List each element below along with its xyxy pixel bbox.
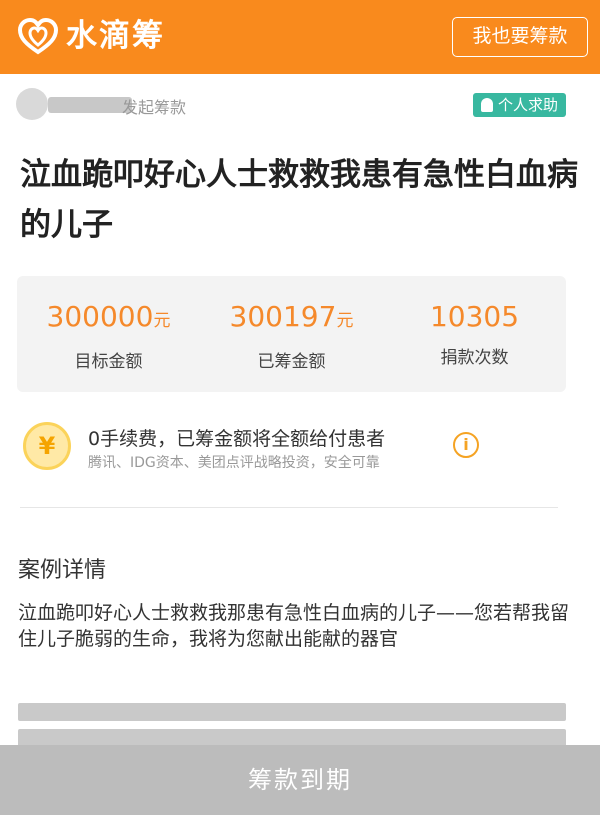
- start-fundraising-button[interactable]: 我也要筹款: [452, 17, 588, 57]
- stat-target-amount: 300000: [46, 300, 154, 333]
- yuan-coin-icon: ¥: [23, 422, 71, 470]
- stat-donations-count: 10305: [429, 300, 520, 333]
- app-header: 水滴筹 我也要筹款: [0, 0, 600, 74]
- stat-raised-amount: 300197: [229, 300, 337, 333]
- stat-raised-label: 已筹金额: [257, 352, 326, 372]
- case-details-text: 泣血跪叩好心人士救救我那患有急性白血病的儿子——您若帮我留住儿子脆弱的生命，我将…: [18, 602, 570, 650]
- info-icon[interactable]: i: [453, 432, 479, 458]
- fee-title: 0手续费，已筹金额将全额给付患者: [88, 428, 386, 450]
- stat-donations-value: 10305: [383, 299, 566, 335]
- help-type-label: 个人求助: [497, 96, 558, 114]
- stat-donations: 10305 捐款次数: [383, 276, 566, 392]
- stat-raised-value: 300197元: [200, 299, 383, 339]
- case-title: 泣血跪叩好心人士救救我患有急性白血病的儿子: [20, 157, 578, 243]
- stat-target: 300000元 目标金额: [17, 276, 200, 392]
- avatar[interactable]: [16, 88, 48, 120]
- case-details-heading: 案例详情: [18, 558, 107, 583]
- stat-donations-label: 捐款次数: [440, 348, 509, 368]
- brand-name: 水滴筹: [66, 18, 165, 54]
- help-type-badge: 个人求助: [472, 93, 566, 117]
- brand-logo[interactable]: 水滴筹: [16, 16, 165, 56]
- stat-raised: 300197元 已筹金额: [200, 276, 383, 392]
- stat-raised-unit: 元: [336, 311, 354, 331]
- fee-notice: ¥ 0手续费，已筹金额将全额给付患者 腾讯、IDG资本、美团点评战略投资，安全可…: [23, 420, 583, 476]
- stat-target-unit: 元: [153, 311, 171, 331]
- divider: [20, 507, 558, 508]
- stats-panel: 300000元 目标金额 300197元 已筹金额 10305 捐款次数: [17, 276, 566, 392]
- redacted-text-line: [18, 703, 566, 721]
- initiator-suffix: 发起筹款: [122, 98, 187, 117]
- initiator-name-redacted: [48, 97, 132, 113]
- water-drop-heart-icon: [17, 17, 59, 55]
- stat-target-label: 目标金额: [74, 352, 143, 372]
- fundraising-ended-button[interactable]: 筹款到期: [0, 745, 600, 815]
- stat-target-value: 300000元: [17, 299, 200, 339]
- initiator-row: 发起筹款 个人求助: [16, 88, 584, 122]
- fee-subtitle: 腾讯、IDG资本、美团点评战略投资，安全可靠: [88, 455, 380, 471]
- person-icon: [480, 98, 493, 112]
